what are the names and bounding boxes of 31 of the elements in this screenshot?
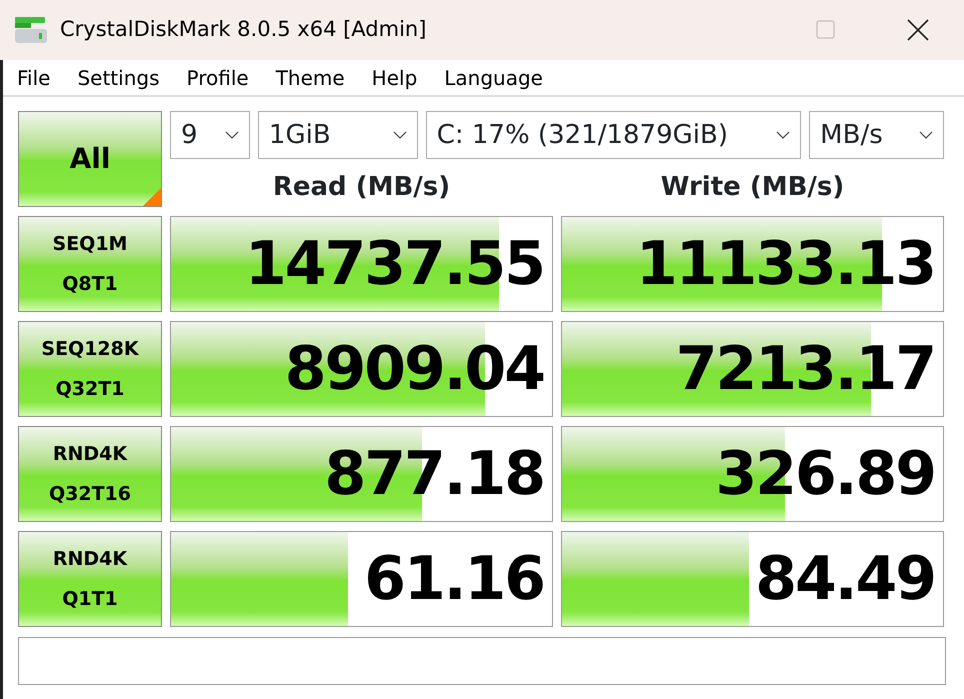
menu-item[interactable]: Settings bbox=[77, 62, 172, 92]
test-button[interactable]: SEQ128K Q32T1 bbox=[18, 321, 162, 417]
chevron-down-icon bbox=[392, 131, 407, 139]
result-value: 326.89 bbox=[715, 438, 935, 511]
maximize-icon bbox=[816, 20, 836, 40]
result-value: 61.16 bbox=[364, 543, 544, 616]
dropdown[interactable]: 9 bbox=[170, 111, 250, 159]
chevron-down-icon bbox=[224, 131, 239, 139]
column-header: Write (MB/s) bbox=[660, 171, 846, 204]
menu-item[interactable]: Theme bbox=[276, 62, 358, 92]
menu-item[interactable]: Language bbox=[444, 62, 556, 92]
menu-item[interactable]: Help bbox=[372, 62, 430, 92]
column-header: Read (MB/s) bbox=[272, 171, 452, 204]
test-button[interactable]: RND4K Q32T16 bbox=[18, 426, 162, 522]
app-icon bbox=[15, 17, 49, 43]
dropdown[interactable]: C: 17% (321/1879GiB) bbox=[426, 111, 802, 159]
all-button[interactable]: All bbox=[18, 111, 162, 207]
comment-field[interactable] bbox=[18, 637, 946, 685]
test-button[interactable]: SEQ1M Q8T1 bbox=[18, 216, 162, 312]
window-title: CrystalDiskMark 8.0.5 x64 [Admin] bbox=[60, 16, 426, 44]
corner-triangle-icon bbox=[143, 188, 161, 206]
dropdown[interactable]: MB/s bbox=[809, 111, 944, 159]
result-value: 877.18 bbox=[324, 438, 544, 511]
test-button[interactable]: RND4K Q1T1 bbox=[18, 531, 162, 627]
menu-item[interactable]: File bbox=[17, 62, 64, 92]
dropdown[interactable]: 1GiB bbox=[258, 111, 418, 159]
chevron-down-icon bbox=[776, 131, 790, 139]
chevron-down-icon bbox=[919, 131, 933, 139]
menu-item[interactable]: Profile bbox=[186, 62, 262, 92]
close-icon bbox=[907, 19, 929, 41]
result-value: 84.49 bbox=[755, 543, 935, 616]
